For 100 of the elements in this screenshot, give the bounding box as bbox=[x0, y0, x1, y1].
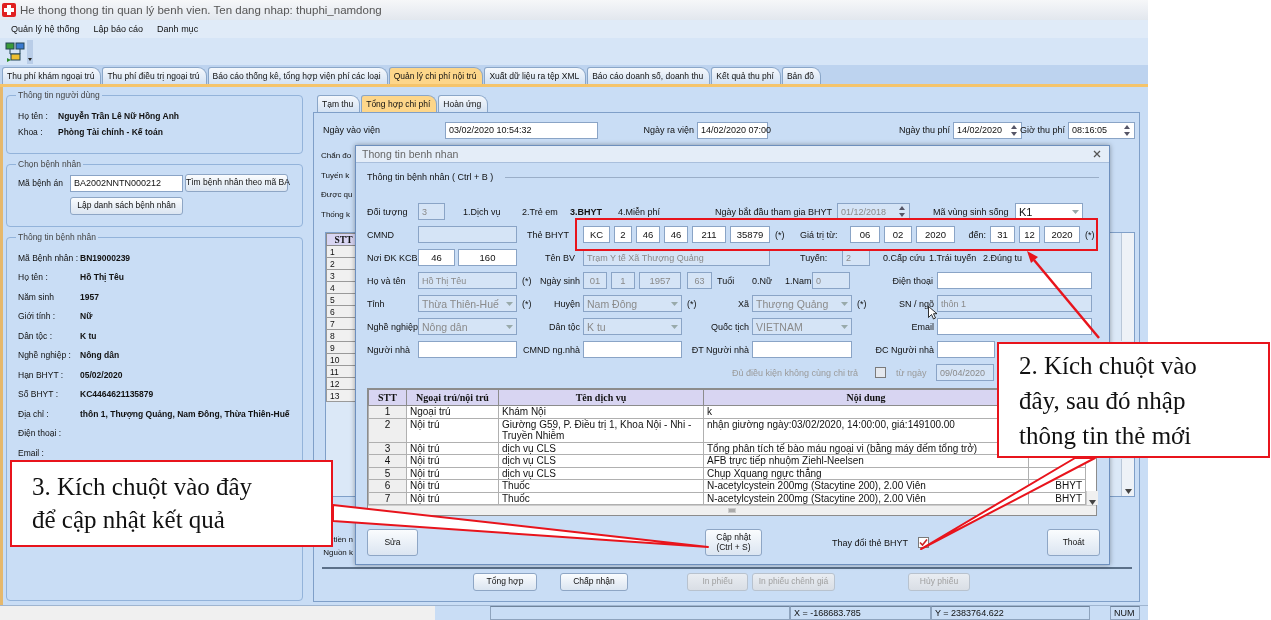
text-field[interactable]: 46 bbox=[418, 249, 455, 266]
scroll-down-button[interactable] bbox=[1121, 459, 1134, 496]
tab[interactable]: Báo cáo thống kê, tổng hợp viện phí các loại bbox=[207, 67, 388, 84]
field-label: Số BHYT : bbox=[18, 389, 59, 400]
scrollbar[interactable] bbox=[368, 505, 1096, 515]
text-field[interactable]: KC bbox=[583, 226, 610, 243]
network-icon[interactable] bbox=[4, 40, 26, 63]
label: Điện thoại bbox=[892, 275, 933, 286]
option-label: 1.Nam bbox=[785, 275, 812, 286]
group-title: Thông tin người dùng bbox=[17, 90, 101, 100]
text-field[interactable] bbox=[937, 341, 995, 358]
text-field[interactable] bbox=[583, 341, 682, 358]
text-field[interactable]: 160 bbox=[458, 249, 517, 266]
action-button[interactable]: Chấp nhận bbox=[560, 573, 628, 591]
option-label: 2.Đúng tu bbox=[983, 252, 1023, 263]
option-label: 1.Dịch vụ bbox=[463, 206, 501, 217]
group-title: Thông tin bệnh nhân bbox=[17, 232, 97, 242]
caret-icon bbox=[506, 301, 513, 306]
field-value: 05/02/2020 bbox=[80, 369, 123, 380]
text-field[interactable]: 211 bbox=[692, 226, 726, 243]
dropdown-icon[interactable] bbox=[27, 39, 33, 64]
tab[interactable]: Quản lý chi phí nội trú bbox=[388, 67, 484, 84]
label: tiền n bbox=[333, 535, 353, 544]
label: Người nhà bbox=[367, 344, 410, 355]
text-field[interactable] bbox=[937, 318, 1092, 335]
text-field[interactable]: 02 bbox=[884, 226, 912, 243]
text-field[interactable]: 03/02/2020 10:54:32 bbox=[445, 121, 598, 139]
tab[interactable]: Bản đồ bbox=[781, 67, 821, 84]
tab[interactable]: Thu phí khám ngoại trú bbox=[2, 67, 102, 84]
spin-arrows-icon[interactable] bbox=[1010, 123, 1018, 137]
label: Dân tộc bbox=[548, 321, 580, 332]
field-value: Nông dân bbox=[80, 350, 120, 361]
table-cell: Nội trú bbox=[406, 418, 499, 442]
label: (*) bbox=[1085, 229, 1095, 240]
tab[interactable]: Tổng hợp chi phí bbox=[361, 95, 438, 112]
option-label: 1.Trái tuyến bbox=[929, 252, 977, 263]
text-field[interactable]: 2020 bbox=[916, 226, 955, 243]
status-field: Y = 2383764.622 bbox=[931, 606, 1090, 620]
tab[interactable]: Xuất dữ liệu ra tệp XML bbox=[484, 67, 587, 84]
close-icon[interactable] bbox=[1093, 150, 1101, 158]
text-field[interactable]: BA2002NNTN000212 bbox=[70, 174, 183, 192]
status-field: NUM bbox=[1110, 606, 1140, 620]
text-field[interactable]: 46 bbox=[664, 226, 688, 243]
label: Tuyến: bbox=[800, 252, 828, 263]
caret-icon bbox=[841, 301, 848, 306]
scrollbar[interactable] bbox=[1121, 233, 1134, 341]
list-button[interactable]: Lập danh sách bệnh nhân bbox=[70, 197, 183, 215]
section-title: Thông tin bệnh nhân ( Ctrl + B ) bbox=[367, 172, 494, 182]
menu-item[interactable]: Danh mục bbox=[150, 24, 206, 34]
group-title: Chọn bệnh nhân bbox=[17, 159, 82, 169]
action-button[interactable]: Tổng hợp bbox=[473, 573, 537, 591]
exit-button[interactable]: Thoát bbox=[1047, 529, 1100, 556]
field-label: Họ tên : bbox=[18, 111, 49, 121]
text-field[interactable]: 2 bbox=[614, 226, 632, 243]
tab[interactable]: Thu phí điều trị ngoại trú bbox=[102, 67, 207, 84]
search-button[interactable]: Tìm bệnh nhân theo mã BA bbox=[185, 174, 288, 192]
tab[interactable]: Kết quả thu phí bbox=[711, 67, 781, 84]
text-field[interactable]: 12 bbox=[1019, 226, 1040, 243]
text-field[interactable]: 46 bbox=[636, 226, 660, 243]
label: Ngày ra viện bbox=[643, 125, 694, 135]
window-title: He thong thong tin quan lý benh vien. Ten dang nhap: thuphi_namdong bbox=[20, 4, 382, 16]
label: Ngày thu phí bbox=[898, 125, 950, 135]
update-button[interactable]: Cập nhật (Ctrl + S) bbox=[705, 529, 762, 556]
option-label: 2.Trẻ em bbox=[522, 206, 558, 217]
label: Ngày bắt đầu tham gia BHYT bbox=[714, 206, 832, 217]
caret-icon bbox=[506, 324, 513, 329]
field-value: thôn 1, Thượng Quảng, Nam Đông, Thừa Thiên-Huế bbox=[80, 408, 290, 419]
text-field[interactable]: 2020 bbox=[1044, 226, 1080, 243]
text-field[interactable]: 06 bbox=[850, 226, 880, 243]
edit-button[interactable]: Sửa bbox=[367, 529, 418, 556]
scroll-down-icon[interactable] bbox=[1124, 489, 1132, 494]
column-header: Ngoại trú/nội trú bbox=[406, 389, 499, 406]
cross-icon bbox=[2, 3, 16, 17]
menu-item[interactable]: Quản lý hệ thống bbox=[4, 24, 87, 34]
text-field[interactable] bbox=[752, 341, 852, 358]
tab[interactable]: Hoàn ứng bbox=[438, 95, 489, 112]
tab[interactable]: Báo cáo doanh số, doanh thu bbox=[587, 67, 711, 84]
text-field[interactable]: 35879 bbox=[730, 226, 770, 243]
label: Giá trị từ: bbox=[800, 229, 838, 240]
callout-text: 3. Kích chuột vào đây để cập nhật kết quả bbox=[32, 472, 253, 535]
label: Nơi ĐK KCB bbox=[367, 252, 418, 263]
tab[interactable]: Tạm thu bbox=[317, 95, 361, 112]
label: Đủ điều kiện không cùng chi trả bbox=[731, 367, 858, 378]
spin-arrows-icon[interactable] bbox=[1123, 123, 1131, 137]
caret-icon bbox=[671, 324, 678, 329]
text-field[interactable] bbox=[418, 226, 517, 243]
field-label: Năm sinh bbox=[18, 291, 55, 302]
status-field: X = -168683.785 bbox=[790, 606, 931, 620]
text-field[interactable] bbox=[418, 341, 517, 358]
label: Nghề nghiệp bbox=[367, 321, 419, 332]
option-label: 3.BHYT bbox=[570, 206, 602, 217]
text-field[interactable]: 31 bbox=[990, 226, 1015, 243]
label: (*) bbox=[522, 298, 532, 309]
spin-field[interactable]: 08:16:05 bbox=[1068, 121, 1135, 139]
label: ĐT Người nhà bbox=[691, 344, 749, 355]
menu-item[interactable]: Lập báo cáo bbox=[86, 24, 151, 34]
caret-icon bbox=[1072, 209, 1079, 214]
text-field[interactable] bbox=[937, 272, 1092, 289]
label: từ ngày bbox=[896, 367, 927, 378]
scroll-down-button[interactable] bbox=[1086, 491, 1098, 505]
